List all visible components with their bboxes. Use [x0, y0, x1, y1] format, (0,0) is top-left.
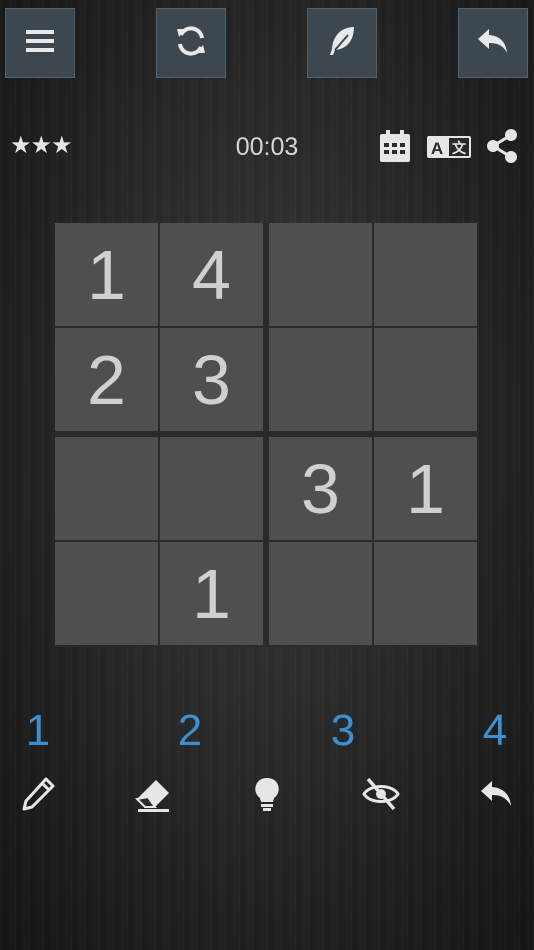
board-cell-r4-c2[interactable]: 1 — [160, 542, 263, 645]
hint-bulb-icon — [248, 775, 286, 818]
hide-button[interactable] — [359, 774, 403, 818]
svg-text:文: 文 — [452, 140, 467, 156]
number-button-1[interactable]: 1 — [8, 706, 68, 756]
board-cell-r3-c4[interactable]: 1 — [374, 437, 477, 540]
eraser-button[interactable] — [131, 774, 175, 818]
pencil-button[interactable] — [16, 774, 60, 818]
share-icon[interactable] — [485, 128, 519, 164]
theme-button[interactable] — [307, 8, 377, 78]
board-cell-r2-c2[interactable]: 3 — [160, 328, 263, 431]
board-cell-r2-c3[interactable] — [269, 328, 372, 431]
number-button-4[interactable]: 4 — [465, 706, 525, 756]
svg-text:A: A — [431, 139, 443, 158]
hide-eye-icon — [362, 775, 400, 818]
board-cell-r1-c4[interactable] — [374, 223, 477, 326]
eraser-icon — [134, 775, 172, 818]
menu-button[interactable] — [5, 8, 75, 78]
board-cell-r1-c1[interactable]: 1 — [55, 223, 158, 326]
translate-icon[interactable]: A 文 — [426, 128, 472, 164]
board-cell-r3-c3[interactable]: 3 — [269, 437, 372, 540]
sudoku-board: 1423311 — [55, 223, 479, 647]
refresh-icon — [173, 23, 209, 64]
board-cell-r4-c1[interactable] — [55, 542, 158, 645]
back-arrow-icon — [475, 23, 511, 64]
board-cell-r2-c1[interactable]: 2 — [55, 328, 158, 431]
feather-icon — [324, 23, 360, 64]
hint-button[interactable] — [245, 774, 289, 818]
board-cell-r4-c4[interactable] — [374, 542, 477, 645]
restart-button[interactable] — [156, 8, 226, 78]
undo-button[interactable] — [474, 774, 518, 818]
board-cell-r3-c2[interactable] — [160, 437, 263, 540]
board-cell-r1-c2[interactable]: 4 — [160, 223, 263, 326]
board-cell-r4-c3[interactable] — [269, 542, 372, 645]
calendar-icon[interactable] — [378, 128, 412, 164]
board-cell-r1-c3[interactable] — [269, 223, 372, 326]
pencil-icon — [19, 775, 57, 818]
undo-icon — [477, 775, 515, 818]
back-button[interactable] — [458, 8, 528, 78]
menu-icon — [22, 23, 58, 64]
number-button-2[interactable]: 2 — [160, 706, 220, 756]
number-button-3[interactable]: 3 — [313, 706, 373, 756]
board-cell-r3-c1[interactable] — [55, 437, 158, 540]
board-cell-r2-c4[interactable] — [374, 328, 477, 431]
